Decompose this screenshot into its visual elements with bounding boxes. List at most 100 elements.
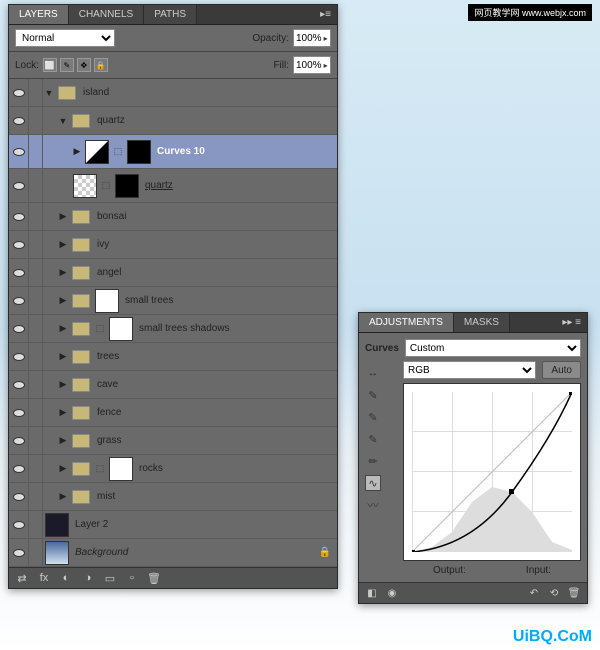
fill-input[interactable]: 100%▸ [293, 56, 331, 74]
mask-thumb[interactable] [109, 457, 133, 481]
disclosure-icon[interactable]: ▶ [57, 379, 69, 391]
tab-masks[interactable]: MASKS [454, 313, 510, 332]
disclosure-icon[interactable]: ▶ [57, 407, 69, 419]
prev-state-icon[interactable]: ↶ [527, 586, 541, 600]
clip-icon[interactable]: ◧ [365, 586, 379, 600]
visibility-toggle[interactable] [9, 343, 29, 370]
fx-icon[interactable]: fx [37, 571, 51, 585]
visibility-toggle[interactable] [9, 399, 29, 426]
mask-thumb[interactable] [127, 140, 151, 164]
layer-name[interactable]: cave [97, 379, 118, 390]
lock-pixels-icon[interactable]: ✎ [60, 58, 74, 72]
visibility-toggle[interactable] [9, 371, 29, 398]
tab-channels[interactable]: CHANNELS [69, 5, 144, 24]
disclosure-icon[interactable]: ▶ [57, 267, 69, 279]
curve-editor[interactable] [403, 383, 581, 561]
layer-row[interactable]: ▶trees [9, 343, 337, 371]
visibility-toggle[interactable] [9, 511, 29, 538]
visibility-toggle[interactable] [9, 79, 29, 106]
layer-row[interactable]: ▶small trees [9, 287, 337, 315]
chevron-right-icon[interactable]: ▸ [322, 34, 330, 43]
visibility-toggle[interactable] [9, 455, 29, 482]
visibility-toggle[interactable] [9, 169, 29, 202]
layer-name[interactable]: Curves 10 [157, 146, 205, 157]
layer-row[interactable]: ▶ fence [9, 399, 337, 427]
chevron-right-icon[interactable]: ▸ [322, 61, 330, 70]
layer-name[interactable]: Layer 2 [75, 519, 108, 530]
layer-row[interactable]: ▶⬚small trees shadows [9, 315, 337, 343]
layer-row[interactable]: ▼ island [9, 79, 337, 107]
layer-name[interactable]: bonsai [97, 211, 126, 222]
visibility-toggle[interactable] [9, 259, 29, 286]
blend-mode-select[interactable]: Normal [15, 29, 115, 47]
mask-thumb[interactable] [115, 174, 139, 198]
layer-row[interactable]: ⬚quartz [9, 169, 337, 203]
disclosure-icon[interactable]: ▼ [43, 87, 55, 99]
layer-row[interactable]: ▶angel [9, 259, 337, 287]
disclosure-icon[interactable]: ▶ [57, 491, 69, 503]
channel-select[interactable]: RGB [403, 361, 536, 379]
layer-name[interactable]: trees [97, 351, 119, 362]
disclosure-icon[interactable]: ▶ [57, 463, 69, 475]
lock-transparency-icon[interactable]: ⬜ [43, 58, 57, 72]
layer-thumb[interactable] [73, 174, 97, 198]
tab-layers[interactable]: LAYERS [9, 5, 69, 24]
layer-row[interactable]: Background🔒 [9, 539, 337, 567]
layer-name[interactable]: small trees shadows [139, 323, 230, 334]
layer-list[interactable]: ▼island▼quartz▶⬚Curves 10⬚quartz▶bonsai▶… [9, 79, 337, 567]
new-group-icon[interactable]: ▭ [103, 571, 117, 585]
visibility-toggle[interactable] [9, 427, 29, 454]
add-mask-icon[interactable]: ◐ [59, 571, 73, 585]
layer-name[interactable]: rocks [139, 463, 163, 474]
lock-position-icon[interactable]: ✥ [77, 58, 91, 72]
add-adjustment-icon[interactable]: ◑ [81, 571, 95, 585]
eyedropper-black-icon[interactable]: ✎ [365, 387, 381, 403]
eyedropper-white-icon[interactable]: ✎ [365, 431, 381, 447]
layer-name[interactable]: grass [97, 435, 121, 446]
layer-name[interactable]: mist [97, 491, 115, 502]
layer-row[interactable]: ▼ quartz [9, 107, 337, 135]
mask-thumb[interactable] [109, 317, 133, 341]
new-layer-icon[interactable]: ▫ [125, 571, 139, 585]
view-icon[interactable]: ◉ [385, 586, 399, 600]
preset-select[interactable]: Custom [405, 339, 581, 357]
visibility-toggle[interactable] [9, 483, 29, 510]
eyedropper-gray-icon[interactable]: ✎ [365, 409, 381, 425]
visibility-toggle[interactable] [9, 315, 29, 342]
disclosure-icon[interactable]: ▶ [71, 146, 83, 158]
visibility-toggle[interactable] [9, 287, 29, 314]
opacity-input[interactable]: 100%▸ [293, 29, 331, 47]
visibility-toggle[interactable] [9, 203, 29, 230]
layer-name[interactable]: small trees [125, 295, 173, 306]
visibility-toggle[interactable] [9, 231, 29, 258]
layer-name[interactable]: ivy [97, 239, 109, 250]
layer-thumb[interactable] [45, 513, 69, 537]
panel-menu-icon[interactable]: ▸≡ [314, 5, 337, 24]
layer-name[interactable]: Background [75, 547, 128, 558]
panel-menu-icon[interactable]: ▸▸ ≡ [556, 313, 587, 332]
layer-thumb[interactable] [45, 541, 69, 565]
delete-layer-icon[interactable]: 🗑 [147, 571, 161, 585]
pencil-icon[interactable]: ✏ [365, 453, 381, 469]
layer-row[interactable]: Layer 2 [9, 511, 337, 539]
layer-row[interactable]: ▶ ivy [9, 231, 337, 259]
disclosure-icon[interactable]: ▶ [57, 239, 69, 251]
visibility-toggle[interactable] [9, 539, 29, 566]
link-layers-icon[interactable]: ⇄ [15, 571, 29, 585]
disclosure-icon[interactable]: ▶ [57, 323, 69, 335]
layer-row[interactable]: ▶ grass [9, 427, 337, 455]
adj-thumb[interactable] [85, 140, 109, 164]
layer-name[interactable]: fence [97, 407, 121, 418]
disclosure-icon[interactable]: ▶ [57, 435, 69, 447]
layer-name[interactable]: quartz [145, 180, 173, 191]
disclosure-icon[interactable]: ▶ [57, 211, 69, 223]
mask-thumb[interactable] [95, 289, 119, 313]
visibility-toggle[interactable] [9, 107, 29, 134]
layer-row[interactable]: ▶ cave [9, 371, 337, 399]
disclosure-icon[interactable]: ▼ [57, 115, 69, 127]
tab-paths[interactable]: PATHS [144, 5, 197, 24]
visibility-toggle[interactable] [9, 135, 29, 168]
layer-name[interactable]: island [83, 87, 109, 98]
layer-name[interactable]: quartz [97, 115, 125, 126]
reset-icon[interactable]: ⟲ [547, 586, 561, 600]
